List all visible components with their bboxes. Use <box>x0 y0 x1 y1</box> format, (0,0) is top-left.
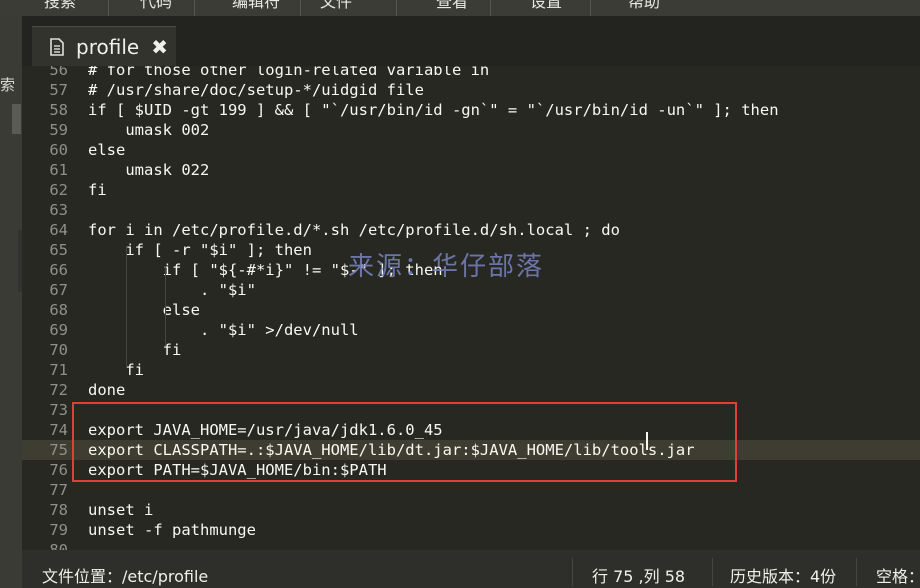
code-line[interactable]: 59 umask 002 <box>22 120 920 140</box>
code-text: else <box>88 141 126 159</box>
line-number: 60 <box>49 141 68 159</box>
code-line[interactable]: 67 . "$i" <box>22 280 920 300</box>
code-text: umask 022 <box>88 161 210 179</box>
code-text: if [ -r "$i" ]; then <box>88 241 312 259</box>
code-line[interactable]: 58 if [ $UID -gt 199 ] && [ "`/usr/bin/id… <box>22 100 920 120</box>
document-icon <box>50 38 64 56</box>
code-line[interactable]: 77 <box>22 480 920 500</box>
code-line[interactable]: 56 # for those other login-related variab… <box>22 66 920 80</box>
menu-bar: 搜索 代码 编辑符 文件 查看 设置 帮助 <box>0 0 920 16</box>
code-line[interactable]: 64 for i in /etc/profile.d/*.sh /etc/prof… <box>22 220 920 240</box>
line-number: 76 <box>49 461 68 479</box>
line-number: 75 <box>49 441 68 459</box>
code-line[interactable]: 61 umask 022 <box>22 160 920 180</box>
sidebar-search-label[interactable]: 索 <box>0 74 22 95</box>
tab-bar: profile ✖ <box>22 16 920 67</box>
code-line[interactable]: 78 unset i <box>22 500 920 520</box>
status-separator <box>712 558 713 586</box>
code-text: fi <box>88 361 144 379</box>
indent-guide <box>165 286 166 306</box>
menu-item-code[interactable]: 代码 <box>140 0 172 12</box>
line-number: 63 <box>49 201 68 219</box>
menu-item-help[interactable]: 帮助 <box>628 0 660 12</box>
code-line[interactable]: 63 <box>22 200 920 220</box>
line-number: 67 <box>49 281 68 299</box>
menu-separator <box>490 0 491 16</box>
line-number: 69 <box>49 321 68 339</box>
code-line[interactable]: 68 else <box>22 300 920 320</box>
menu-item-settings[interactable]: 设置 <box>530 0 562 12</box>
menu-separator <box>396 0 397 16</box>
tab-profile[interactable]: profile ✖ <box>32 26 176 67</box>
status-history-versions[interactable]: 历史版本：4份 <box>730 563 836 587</box>
code-text: else <box>88 301 200 319</box>
text-cursor <box>646 432 648 450</box>
code-line[interactable]: 69 . "$i" >/dev/null <box>22 320 920 340</box>
line-number: 74 <box>49 421 68 439</box>
status-indent-setting[interactable]: 空格：4 <box>876 563 920 587</box>
code-text: fi <box>88 341 182 359</box>
code-text: if [ $UID -gt 199 ] && [ "`/usr/bin/id -… <box>88 101 779 119</box>
status-separator <box>856 558 857 586</box>
line-number: 71 <box>49 361 68 379</box>
sidebar-scroll-thumb[interactable] <box>12 104 21 134</box>
menu-item-file[interactable]: 文件 <box>320 0 352 12</box>
close-icon[interactable]: ✖ <box>151 35 168 59</box>
code-editor[interactable]: 56 # for those other login-related variab… <box>22 66 920 550</box>
indent-guide <box>165 266 166 346</box>
menu-separator <box>108 0 109 16</box>
indent-guide <box>126 246 127 366</box>
code-text: unset i <box>88 501 154 519</box>
menu-item-search[interactable]: 搜索 <box>44 0 76 12</box>
code-text: fi <box>88 181 107 199</box>
code-line[interactable]: 57 # /usr/share/doc/setup-*/uidgid file <box>22 80 920 100</box>
line-number: 80 <box>49 541 68 550</box>
code-line[interactable]: 60 else <box>22 140 920 160</box>
code-text: . "$i" >/dev/null <box>88 321 359 339</box>
code-line[interactable]: 80 <box>22 540 920 550</box>
line-number: 72 <box>49 381 68 399</box>
code-line[interactable]: 79 unset -f pathmunge <box>22 520 920 540</box>
menu-separator <box>194 0 195 16</box>
line-number: 73 <box>49 401 68 419</box>
tab-label: profile <box>76 35 140 59</box>
line-number: 64 <box>49 221 68 239</box>
menu-separator <box>300 0 301 16</box>
code-text: for i in /etc/profile.d/*.sh /etc/profil… <box>88 221 620 239</box>
code-line[interactable]: 62 fi <box>22 180 920 200</box>
line-number: 61 <box>49 161 68 179</box>
line-number: 62 <box>49 181 68 199</box>
menu-separator <box>590 0 591 16</box>
status-cursor-position[interactable]: 行 75 ,列 58 <box>592 563 685 587</box>
code-text: # for those other login-related variable… <box>88 66 490 79</box>
code-text: # /usr/share/doc/setup-*/uidgid file <box>88 81 424 99</box>
line-number: 70 <box>49 341 68 359</box>
line-number: 66 <box>49 261 68 279</box>
line-number: 59 <box>49 121 68 139</box>
line-number: 57 <box>49 81 68 99</box>
code-line[interactable]: 72 done <box>22 380 920 400</box>
code-text: umask 002 <box>88 121 210 139</box>
line-number: 78 <box>49 501 68 519</box>
code-text: done <box>88 381 126 399</box>
line-number: 56 <box>49 66 68 79</box>
line-number: 68 <box>49 301 68 319</box>
line-number: 58 <box>49 101 68 119</box>
annotation-highlight-box <box>72 402 737 482</box>
line-number: 79 <box>49 521 68 539</box>
menu-item-view[interactable]: 查看 <box>436 0 468 12</box>
watermark-text: 来源：华仔部落 <box>348 252 545 282</box>
code-line[interactable]: 71 fi <box>22 360 920 380</box>
left-sidebar-strip <box>0 16 22 588</box>
menu-item-edit[interactable]: 编辑符 <box>232 0 280 12</box>
line-number: 65 <box>49 241 68 259</box>
code-text: unset -f pathmunge <box>88 521 256 539</box>
status-separator <box>572 558 573 586</box>
status-bar: 文件位置：/etc/profile 行 75 ,列 58 历史版本：4份 空格：… <box>22 550 920 588</box>
line-number: 77 <box>49 481 68 499</box>
status-file-location: 文件位置：/etc/profile <box>42 567 209 586</box>
code-line[interactable]: 70 fi <box>22 340 920 360</box>
code-text: . "$i" <box>88 281 256 299</box>
